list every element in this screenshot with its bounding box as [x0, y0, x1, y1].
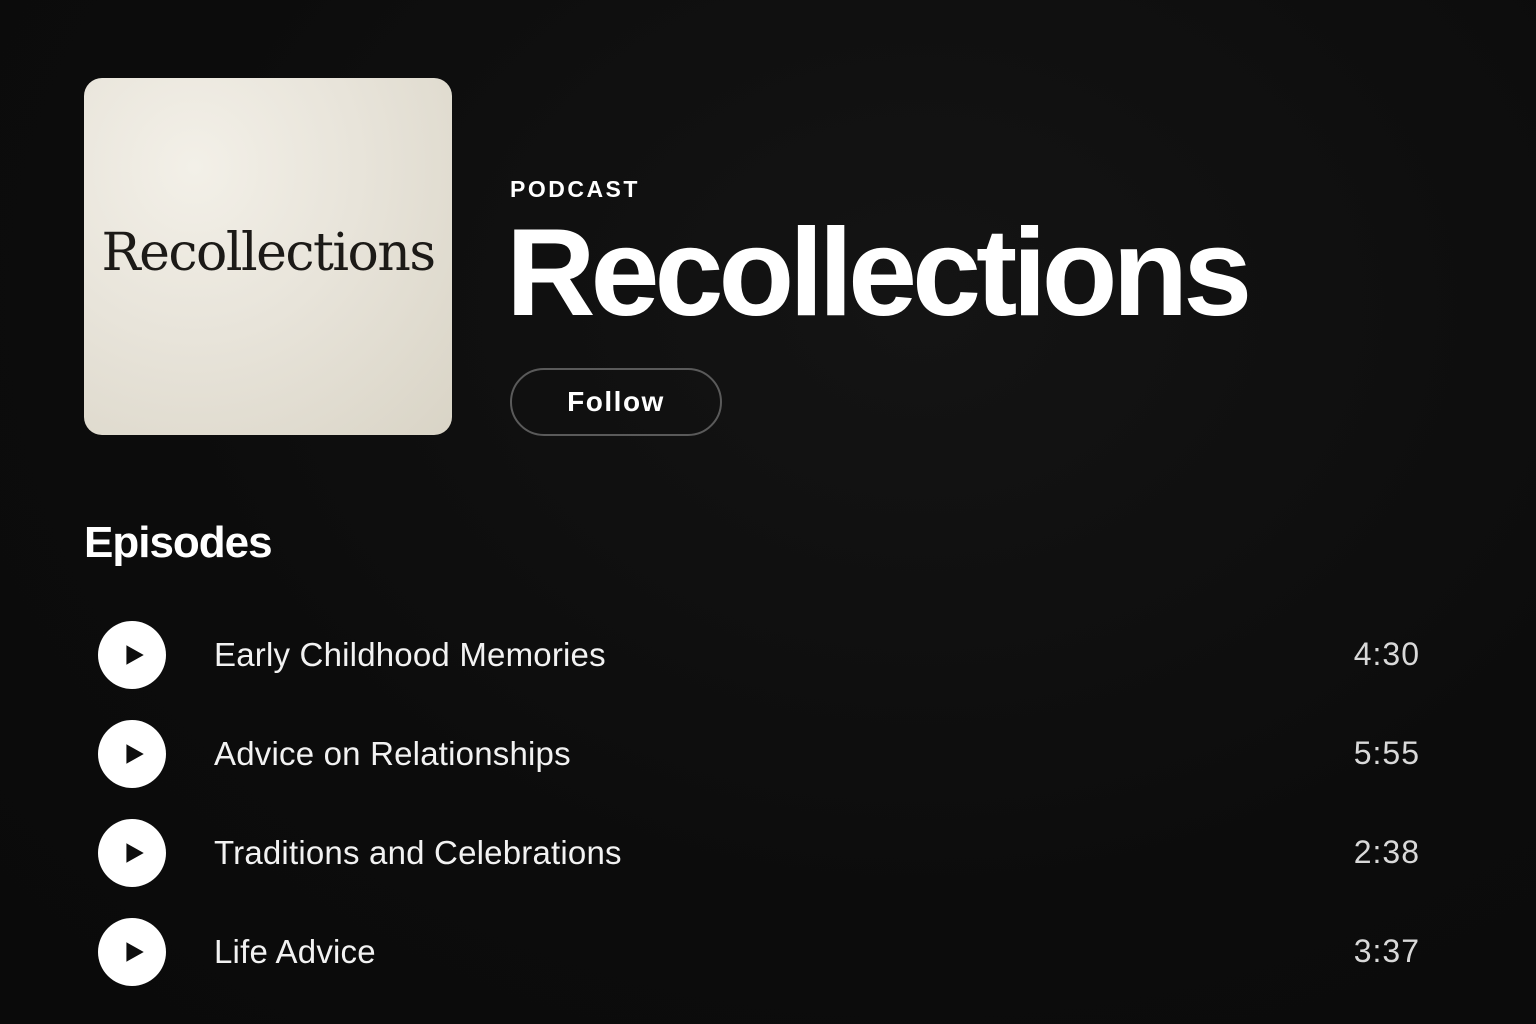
episode-title[interactable]: Life Advice	[214, 933, 1260, 971]
podcast-page: Recollections PODCAST Recollections Foll…	[0, 0, 1536, 1024]
episode-title[interactable]: Advice on Relationships	[214, 735, 1260, 773]
play-icon	[126, 743, 144, 764]
play-button[interactable]	[98, 719, 166, 788]
play-icon	[126, 941, 144, 962]
podcast-cover-art: Recollections	[84, 78, 452, 435]
episode-duration: 3:37	[1353, 933, 1420, 969]
episode-row[interactable]: Early Childhood Memories 4:30	[98, 605, 1420, 704]
episode-title[interactable]: Early Childhood Memories	[214, 636, 1260, 674]
episode-row[interactable]: Traditions and Celebrations 2:38	[98, 803, 1420, 902]
content-type-label: PODCAST	[510, 176, 640, 202]
episode-duration: 2:38	[1353, 834, 1420, 870]
play-button[interactable]	[98, 818, 166, 887]
episode-list: Early Childhood Memories 4:30 Advice on …	[98, 605, 1420, 1001]
play-icon	[126, 644, 144, 665]
episode-row[interactable]: Advice on Relationships 5:55	[98, 704, 1420, 803]
episode-title[interactable]: Traditions and Celebrations	[214, 834, 1260, 872]
play-button[interactable]	[98, 917, 166, 986]
episode-duration: 5:55	[1353, 735, 1420, 771]
play-button[interactable]	[98, 620, 166, 689]
play-icon	[126, 842, 144, 863]
podcast-title: Recollections	[506, 204, 1252, 342]
follow-button[interactable]: Follow	[510, 368, 722, 436]
episodes-heading: Episodes	[84, 518, 273, 567]
episode-row[interactable]: Life Advice 3:37	[98, 902, 1420, 1001]
cover-title: Recollections	[101, 222, 436, 283]
episode-duration: 4:30	[1353, 636, 1420, 672]
